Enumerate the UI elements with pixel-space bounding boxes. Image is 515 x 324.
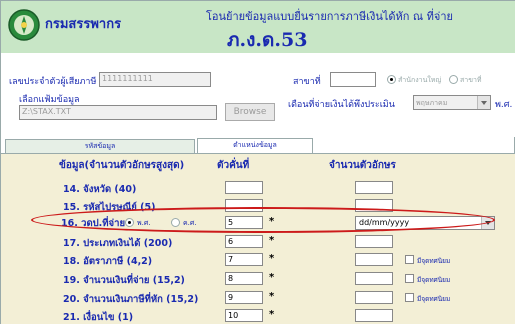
year-label: พ.ศ. (495, 100, 513, 110)
row-label-tax-rate: 18. อัตราภาษี (4,2) (63, 256, 153, 267)
month-label: เดือนที่จ่ายเงินได้พึงประเมิน (288, 100, 395, 110)
province-position-field[interactable] (225, 181, 263, 194)
file-path-field[interactable]: Z:\STAX.TXT (19, 105, 217, 120)
head-office-radio[interactable] (387, 75, 396, 84)
amount-paid-position-field[interactable]: 8 (225, 272, 263, 285)
tax-rate-decimal-checkbox[interactable] (405, 255, 414, 264)
branch-label: สาขาที่ (293, 77, 321, 87)
chevron-down-icon[interactable] (477, 96, 490, 109)
row-label-condition: 21. เงื่อนไข (1) (63, 312, 134, 323)
branch-field[interactable] (330, 72, 376, 87)
tax-id-label: เลขประจำตัวผู้เสียภาษี (9, 77, 97, 87)
required-marker: * (269, 235, 275, 246)
required-marker: * (269, 291, 275, 302)
column-header-length: จำนวนตัวอักษร (329, 160, 396, 171)
revenue-department-logo-icon (8, 9, 40, 41)
tab-data-code[interactable]: รหัสข้อมูล (5, 139, 195, 153)
head-office-radio-label: สำนักงานใหญ่ (398, 76, 442, 84)
row-label-amount-paid: 19. จำนวนเงินที่จ่าย (15,2) (63, 275, 185, 286)
highlight-ellipse (31, 207, 495, 233)
brand-name: กรมสรรพากร (45, 17, 122, 32)
form-name: ภ.ง.ด.53 (227, 29, 308, 51)
tab-data-position[interactable]: ตำแหน่งข้อมูล (197, 138, 313, 153)
tax-withheld-length-field[interactable] (355, 291, 393, 304)
tax-withheld-position-field[interactable]: 9 (225, 291, 263, 304)
tax-rate-length-field[interactable] (355, 253, 393, 266)
condition-length-field[interactable] (355, 309, 393, 322)
row-label-income-type: 17. ประเภทเงินได้ (200) (63, 238, 173, 249)
branch-radio[interactable] (449, 75, 458, 84)
income-type-length-field[interactable] (355, 235, 393, 248)
amount-paid-decimal-label: มีจุดทศนิยม (417, 276, 451, 284)
tax-rate-decimal-label: มีจุดทศนิยม (417, 257, 451, 265)
condition-position-field[interactable]: 10 (225, 309, 263, 322)
row-label-tax-withheld: 20. จำนวนเงินภาษีที่หัก (15,2) (63, 294, 199, 305)
file-label: เลือกแฟ้มข้อมูล (19, 95, 80, 105)
tab-bar: รหัสข้อมูล ตำแหน่งข้อมูล (1, 138, 515, 153)
income-type-position-field[interactable]: 6 (225, 235, 263, 248)
month-select[interactable]: พฤษภาคม (413, 95, 491, 110)
row-label-province: 14. จังหวัด (40) (63, 184, 137, 195)
amount-paid-decimal-checkbox[interactable] (405, 274, 414, 283)
tax-rate-position-field[interactable]: 7 (225, 253, 263, 266)
province-length-field[interactable] (355, 181, 393, 194)
month-select-value: พฤษภาคม (416, 99, 448, 107)
required-marker: * (269, 309, 275, 320)
required-marker: * (269, 253, 275, 264)
main-window: กรมสรรพากร โอนย้ายข้อมูลแบบยื่นรายการภาษ… (0, 0, 515, 324)
column-header-position: ตัวคั่นที่ (217, 160, 250, 171)
branch-radio-label: สาขาที่ (460, 76, 482, 84)
top-form: เลขประจำตัวผู้เสียภาษี 1111111111 สาขาที… (1, 53, 515, 137)
browse-button[interactable]: Browse (225, 103, 275, 121)
page-title: โอนย้ายข้อมูลแบบยื่นรายการภาษีเงินได้หัก… (206, 10, 453, 23)
column-header-data: ข้อมูล(จำนวนตัวอักษรสูงสุด) (59, 160, 185, 171)
header-bar: กรมสรรพากร โอนย้ายข้อมูลแบบยื่นรายการภาษ… (1, 1, 515, 53)
required-marker: * (269, 272, 275, 283)
tax-withheld-decimal-label: มีจุดทศนิยม (417, 295, 451, 303)
amount-paid-length-field[interactable] (355, 272, 393, 285)
tax-withheld-decimal-checkbox[interactable] (405, 293, 414, 302)
tax-id-field[interactable]: 1111111111 (99, 72, 211, 87)
